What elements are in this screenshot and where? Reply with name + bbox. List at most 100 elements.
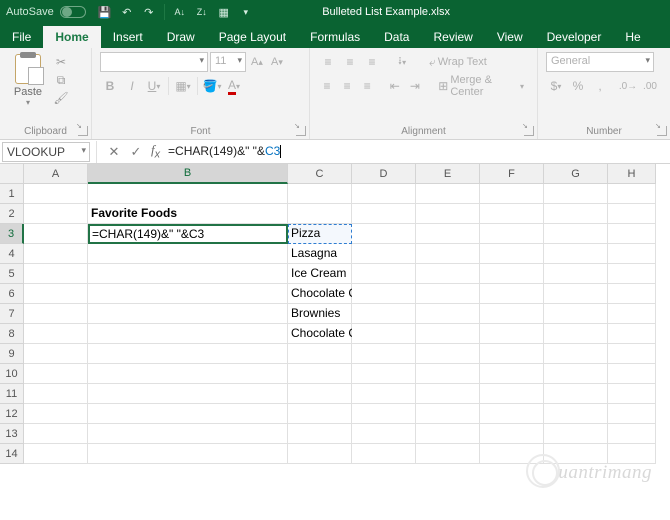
cell-C10[interactable] <box>288 364 352 384</box>
cell-B2[interactable]: Favorite Foods <box>88 204 288 224</box>
increase-indent-icon[interactable]: ⇥ <box>406 76 424 96</box>
italic-button[interactable]: I <box>122 76 142 96</box>
cell-D3[interactable] <box>352 224 416 244</box>
cell-A9[interactable] <box>24 344 88 364</box>
cell-E9[interactable] <box>416 344 480 364</box>
cell-F9[interactable] <box>480 344 544 364</box>
cell-H4[interactable] <box>608 244 656 264</box>
cell-H11[interactable] <box>608 384 656 404</box>
cut-icon[interactable]: ✂ <box>52 54 70 70</box>
cell-D6[interactable] <box>352 284 416 304</box>
row-header-6[interactable]: 6 <box>0 284 24 304</box>
tab-formulas[interactable]: Formulas <box>298 26 372 48</box>
bold-button[interactable]: B <box>100 76 120 96</box>
cell-A14[interactable] <box>24 444 88 464</box>
cell-A10[interactable] <box>24 364 88 384</box>
row-header-11[interactable]: 11 <box>0 384 24 404</box>
redo-icon[interactable]: ↷ <box>139 3 159 21</box>
tab-home[interactable]: Home <box>43 26 100 48</box>
align-middle-icon[interactable]: ≡ <box>340 52 360 72</box>
column-header-E[interactable]: E <box>416 164 480 184</box>
cell-H6[interactable] <box>608 284 656 304</box>
cell-A1[interactable] <box>24 184 88 204</box>
cell-D12[interactable] <box>352 404 416 424</box>
format-painter-icon[interactable]: 🖌 <box>52 90 70 106</box>
cell-F2[interactable] <box>480 204 544 224</box>
column-header-B[interactable]: B <box>88 164 288 184</box>
row-header-2[interactable]: 2 <box>0 204 24 224</box>
column-header-A[interactable]: A <box>24 164 88 184</box>
cell-F6[interactable] <box>480 284 544 304</box>
decrease-indent-icon[interactable]: ⇤ <box>386 76 404 96</box>
tab-file[interactable]: File <box>0 26 43 48</box>
row-header-1[interactable]: 1 <box>0 184 24 204</box>
cell-H3[interactable] <box>608 224 656 244</box>
cell-G7[interactable] <box>544 304 608 324</box>
cell-grid[interactable]: Favorite Foods=CHAR(149)&" "&C3PizzaLasa… <box>24 184 656 464</box>
cell-D10[interactable] <box>352 364 416 384</box>
row-header-7[interactable]: 7 <box>0 304 24 324</box>
cell-H1[interactable] <box>608 184 656 204</box>
row-header-14[interactable]: 14 <box>0 444 24 464</box>
cell-E4[interactable] <box>416 244 480 264</box>
cell-E5[interactable] <box>416 264 480 284</box>
cell-F12[interactable] <box>480 404 544 424</box>
cell-B11[interactable] <box>88 384 288 404</box>
border-button[interactable]: ▦▾ <box>173 76 193 96</box>
shrink-font-icon[interactable]: A▾ <box>268 52 286 72</box>
orientation-icon[interactable]: ⭭▾ <box>392 52 412 72</box>
cell-B1[interactable] <box>88 184 288 204</box>
row-header-4[interactable]: 4 <box>0 244 24 264</box>
cell-A12[interactable] <box>24 404 88 424</box>
comma-format-icon[interactable]: , <box>590 76 610 96</box>
cell-B3[interactable]: =CHAR(149)&" "&C3 <box>88 224 288 244</box>
cell-E6[interactable] <box>416 284 480 304</box>
align-right-icon[interactable]: ≡ <box>358 76 376 96</box>
cell-D4[interactable] <box>352 244 416 264</box>
cell-D11[interactable] <box>352 384 416 404</box>
tab-developer[interactable]: Developer <box>535 26 614 48</box>
cell-F7[interactable] <box>480 304 544 324</box>
align-center-icon[interactable]: ≡ <box>338 76 356 96</box>
cell-F14[interactable] <box>480 444 544 464</box>
cell-A4[interactable] <box>24 244 88 264</box>
formula-input[interactable]: =CHAR(149)&" "&C3 <box>164 142 670 162</box>
font-color-button[interactable]: A▾ <box>224 76 244 96</box>
column-header-C[interactable]: C <box>288 164 352 184</box>
cell-A5[interactable] <box>24 264 88 284</box>
align-left-icon[interactable]: ≡ <box>318 76 336 96</box>
cell-E1[interactable] <box>416 184 480 204</box>
cell-H14[interactable] <box>608 444 656 464</box>
cell-E14[interactable] <box>416 444 480 464</box>
sort-za-icon[interactable]: Z↓ <box>192 3 212 21</box>
cell-F4[interactable] <box>480 244 544 264</box>
name-box[interactable]: VLOOKUP <box>2 142 90 162</box>
cell-H2[interactable] <box>608 204 656 224</box>
merge-center-button[interactable]: ⊞Merge & Center▾ <box>433 76 529 96</box>
cell-E11[interactable] <box>416 384 480 404</box>
cell-H9[interactable] <box>608 344 656 364</box>
tab-he[interactable]: He <box>613 26 652 48</box>
accounting-format-icon[interactable]: $▾ <box>546 76 566 96</box>
increase-decimal-icon[interactable]: .0→ <box>618 76 638 96</box>
cell-G2[interactable] <box>544 204 608 224</box>
cell-B7[interactable] <box>88 304 288 324</box>
cell-A13[interactable] <box>24 424 88 444</box>
cell-D5[interactable] <box>352 264 416 284</box>
cell-C14[interactable] <box>288 444 352 464</box>
cell-C13[interactable] <box>288 424 352 444</box>
cell-G4[interactable] <box>544 244 608 264</box>
column-header-F[interactable]: F <box>480 164 544 184</box>
number-launcher[interactable] <box>657 126 667 136</box>
font-name-combo[interactable] <box>100 52 208 72</box>
cell-G8[interactable] <box>544 324 608 344</box>
cell-B13[interactable] <box>88 424 288 444</box>
cell-D1[interactable] <box>352 184 416 204</box>
cell-F10[interactable] <box>480 364 544 384</box>
tab-draw[interactable]: Draw <box>155 26 207 48</box>
cell-G3[interactable] <box>544 224 608 244</box>
undo-icon[interactable]: ↶ <box>117 3 137 21</box>
sort-az-icon[interactable]: A↓ <box>170 3 190 21</box>
tab-insert[interactable]: Insert <box>101 26 155 48</box>
cell-D13[interactable] <box>352 424 416 444</box>
